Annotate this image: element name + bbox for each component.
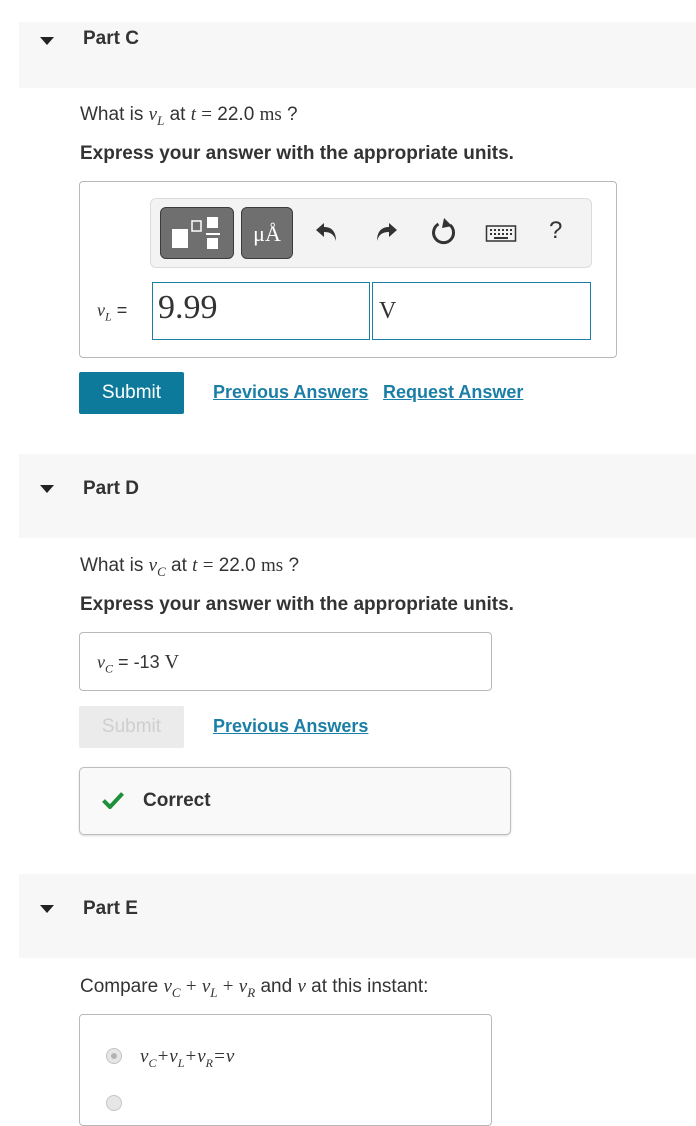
value-input[interactable]: 9.99 [152, 282, 370, 340]
caret-down-icon[interactable] [39, 34, 55, 48]
part-c-question: What is vL at t = 22.0 ms ? [80, 104, 298, 128]
part-e-header[interactable]: Part E [19, 874, 696, 958]
keyboard-icon[interactable] [485, 217, 517, 247]
feedback-text: Correct [143, 790, 211, 811]
part-d-previous-answers-link[interactable]: Previous Answers [213, 716, 368, 737]
help-icon[interactable]: ? [549, 217, 562, 245]
unit-input[interactable]: V [372, 282, 591, 340]
caret-down-icon[interactable] [39, 482, 55, 496]
option-1-radio[interactable] [106, 1048, 122, 1064]
part-c-instruction: Express your answer with the appropriate… [80, 143, 514, 164]
part-c-header[interactable]: Part C [19, 22, 696, 88]
part-c-submit-button[interactable]: Submit [79, 372, 184, 414]
reset-icon[interactable] [429, 217, 459, 247]
option-2-radio[interactable] [106, 1095, 122, 1111]
part-d-header[interactable]: Part D [19, 454, 696, 538]
part-d-instruction: Express your answer with the appropriate… [80, 594, 514, 615]
redo-icon[interactable] [370, 217, 400, 247]
undo-icon[interactable] [313, 217, 343, 247]
feedback-box: Correct [79, 767, 511, 835]
part-c-title: Part C [83, 28, 139, 49]
part-e-question: Compare vC + vL + vR and v at this insta… [80, 976, 429, 1000]
request-answer-link[interactable]: Request Answer [383, 382, 523, 403]
part-d-answer-box: vC = -13 V [79, 632, 492, 691]
part-d-question: What is vC at t = 22.0 ms ? [80, 555, 300, 579]
option-1-label[interactable]: vC+vL+vR=v [140, 1046, 234, 1071]
part-e-title: Part E [83, 898, 138, 919]
templates-icon [161, 208, 233, 263]
part-c-previous-answers-link[interactable]: Previous Answers [213, 382, 368, 403]
vl-field-label: vL = [97, 300, 128, 324]
caret-down-icon[interactable] [39, 902, 55, 916]
checkmark-icon [102, 791, 124, 814]
units-button[interactable]: μÅ [241, 207, 293, 259]
templates-button[interactable] [160, 207, 234, 259]
part-d-answer-text: vC = -13 V [97, 651, 180, 676]
part-d-submit-button: Submit [79, 706, 184, 748]
part-e-options-box: vC+vL+vR=v [79, 1014, 492, 1126]
units-icon: μÅ [253, 221, 281, 246]
math-toolbar: μÅ ? [150, 198, 592, 268]
part-d-title: Part D [83, 478, 139, 499]
